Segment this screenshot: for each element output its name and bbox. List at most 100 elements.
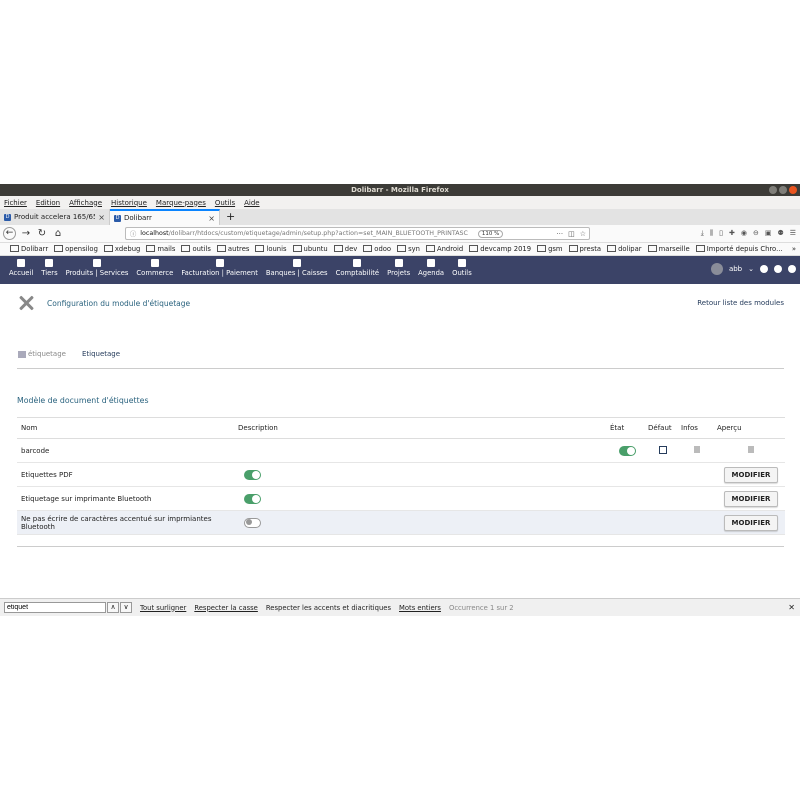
tab-strip: D Produit accelera 165/65 × D Dolibarr ×… [0,209,800,225]
bookmark-folder[interactable]: syn [397,245,420,253]
nav-banques[interactable]: Banques | Caisses [262,256,332,277]
bookmark-folder[interactable]: outils [181,245,210,253]
menu-affichage[interactable]: Affichage [69,199,102,207]
bookmarks-overflow-icon[interactable]: » [792,245,800,253]
bookmark-folder[interactable]: xdebug [104,245,140,253]
close-icon[interactable]: ✕ [788,603,800,612]
preview-icon[interactable] [748,446,754,453]
new-tab-button[interactable]: + [220,209,241,225]
dolibarr-favicon-icon: D [4,213,11,221]
toggle-on[interactable] [244,469,261,480]
nav-tiers[interactable]: Tiers [37,256,61,277]
highlight-all-option[interactable]: Tout surligner [140,604,186,612]
bookmark-folder[interactable]: Importé depuis Chro... [696,245,783,253]
back-button[interactable]: ← [3,227,16,240]
bookmark-folder[interactable]: gsm [537,245,562,253]
extension-icon[interactable]: ⊖ [753,229,759,238]
nav-projets[interactable]: Projets [383,256,414,277]
page-actions-icon[interactable]: ··· [556,230,563,238]
hamburger-menu-icon[interactable]: ☰ [790,229,796,238]
nav-comptabilite[interactable]: Comptabilité [332,256,384,277]
bookmark-folder[interactable]: dev [334,245,358,253]
bookmark-folder[interactable]: marseille [648,245,690,253]
print-icon[interactable] [774,265,782,273]
extension-icon[interactable]: ◉ [741,229,747,238]
bookmark-folder[interactable]: dolipar [607,245,642,253]
menu-outils[interactable]: Outils [215,199,235,207]
modifier-button[interactable]: MODIFIER [723,490,779,507]
calendar-icon [427,259,436,267]
nav-commerce[interactable]: Commerce [132,256,177,277]
sidebar-icon[interactable]: ▯ [719,229,723,238]
chevron-down-icon[interactable]: ⌄ [748,265,754,273]
nav-agenda[interactable]: Agenda [414,256,448,277]
bookmark-folder[interactable]: mails [146,245,175,253]
bookmark-folder[interactable]: autres [217,245,250,253]
help-icon[interactable] [788,265,796,273]
tab-etiquetage[interactable]: Etiquetage [82,350,120,358]
home-icon[interactable]: ⌂ [52,228,64,239]
tab-title: Dolibarr [124,214,152,222]
pocket-icon[interactable]: ◫ [568,230,575,238]
nav-produits[interactable]: Produits | Services [62,256,133,277]
library-icon[interactable]: ⫼ [710,229,713,238]
nav-facturation[interactable]: Facturation | Paiement [177,256,262,277]
toggle-off[interactable] [244,517,261,528]
menu-edition[interactable]: Edition [36,199,60,207]
back-to-modules-link[interactable]: Retour liste des modules [697,299,784,307]
extension-icon[interactable]: ▣ [765,229,772,238]
zoom-badge[interactable]: 110 % [477,229,504,238]
close-tab-icon[interactable]: × [98,213,105,222]
bookmark-folder[interactable]: devcamp 2019 [469,245,531,253]
site-info-icon[interactable]: ⓘ [130,229,136,238]
match-case-option[interactable]: Respecter la casse [194,604,258,612]
tab-produit[interactable]: D Produit accelera 165/65 × [0,209,110,225]
menu-fichier[interactable]: Fichier [4,199,27,207]
nav-accueil[interactable]: Accueil [5,256,37,277]
tab-etiquetage-setup[interactable]: étiquetage [18,350,66,358]
bookmarks-toolbar: Dolibarr opensilog xdebug mails outils a… [0,243,800,256]
toggle-on[interactable] [244,493,261,504]
status-toggle[interactable] [618,445,636,456]
divider [17,546,784,547]
bookmark-folder[interactable]: Dolibarr [10,245,48,253]
user-avatar[interactable] [710,263,723,275]
tab-dolibarr[interactable]: D Dolibarr × [110,209,220,225]
modifier-button[interactable]: MODIFIER [723,514,779,531]
find-input[interactable] [4,602,106,613]
default-checkbox[interactable] [658,445,667,454]
menu-marque-pages[interactable]: Marque-pages [156,199,206,207]
bookmark-folder[interactable]: ubuntu [293,245,328,253]
bookmark-folder[interactable]: odoo [363,245,391,253]
find-previous-button[interactable]: ∧ [107,602,119,613]
minimize-button[interactable] [769,186,777,194]
bookmark-folder[interactable]: Android [426,245,463,253]
menu-historique[interactable]: Historique [111,199,147,207]
find-next-button[interactable]: ∨ [120,602,132,613]
bookmark-folder[interactable]: opensilog [54,245,98,253]
close-window-button[interactable] [789,186,797,194]
url-bar[interactable]: ⓘ localhost/dolibarr/htdocs/custom/etiqu… [125,227,590,240]
forward-button[interactable]: → [20,228,32,239]
whole-words-option[interactable]: Mots entiers [399,604,441,612]
extension-icon[interactable]: ⚉ [777,229,783,238]
close-tab-icon[interactable]: × [208,214,215,223]
info-icon[interactable] [694,446,700,453]
bug-icon[interactable] [760,265,768,273]
user-name[interactable]: abb [729,265,742,273]
modifier-button[interactable]: MODIFIER [723,466,779,483]
menu-aide[interactable]: Aide [244,199,259,207]
bookmark-star-icon[interactable]: ☆ [580,230,586,238]
model-name: barcode [17,438,234,463]
extension-icon[interactable]: ✚ [729,229,735,238]
reload-icon[interactable]: ↻ [36,228,48,239]
bookmark-folder[interactable]: presta [569,245,602,253]
option-toggle-cell [234,510,606,535]
wrench-icon [457,259,466,267]
bookmark-folder[interactable]: lounis [255,245,286,253]
nav-outils[interactable]: Outils [448,256,476,277]
match-diacritics-option[interactable]: Respecter les accents et diacritiques [266,604,391,612]
downloads-icon[interactable]: ⤓ [701,229,704,238]
models-table: Nom Description État Défaut Infos Aperçu… [17,417,785,535]
maximize-button[interactable] [779,186,787,194]
